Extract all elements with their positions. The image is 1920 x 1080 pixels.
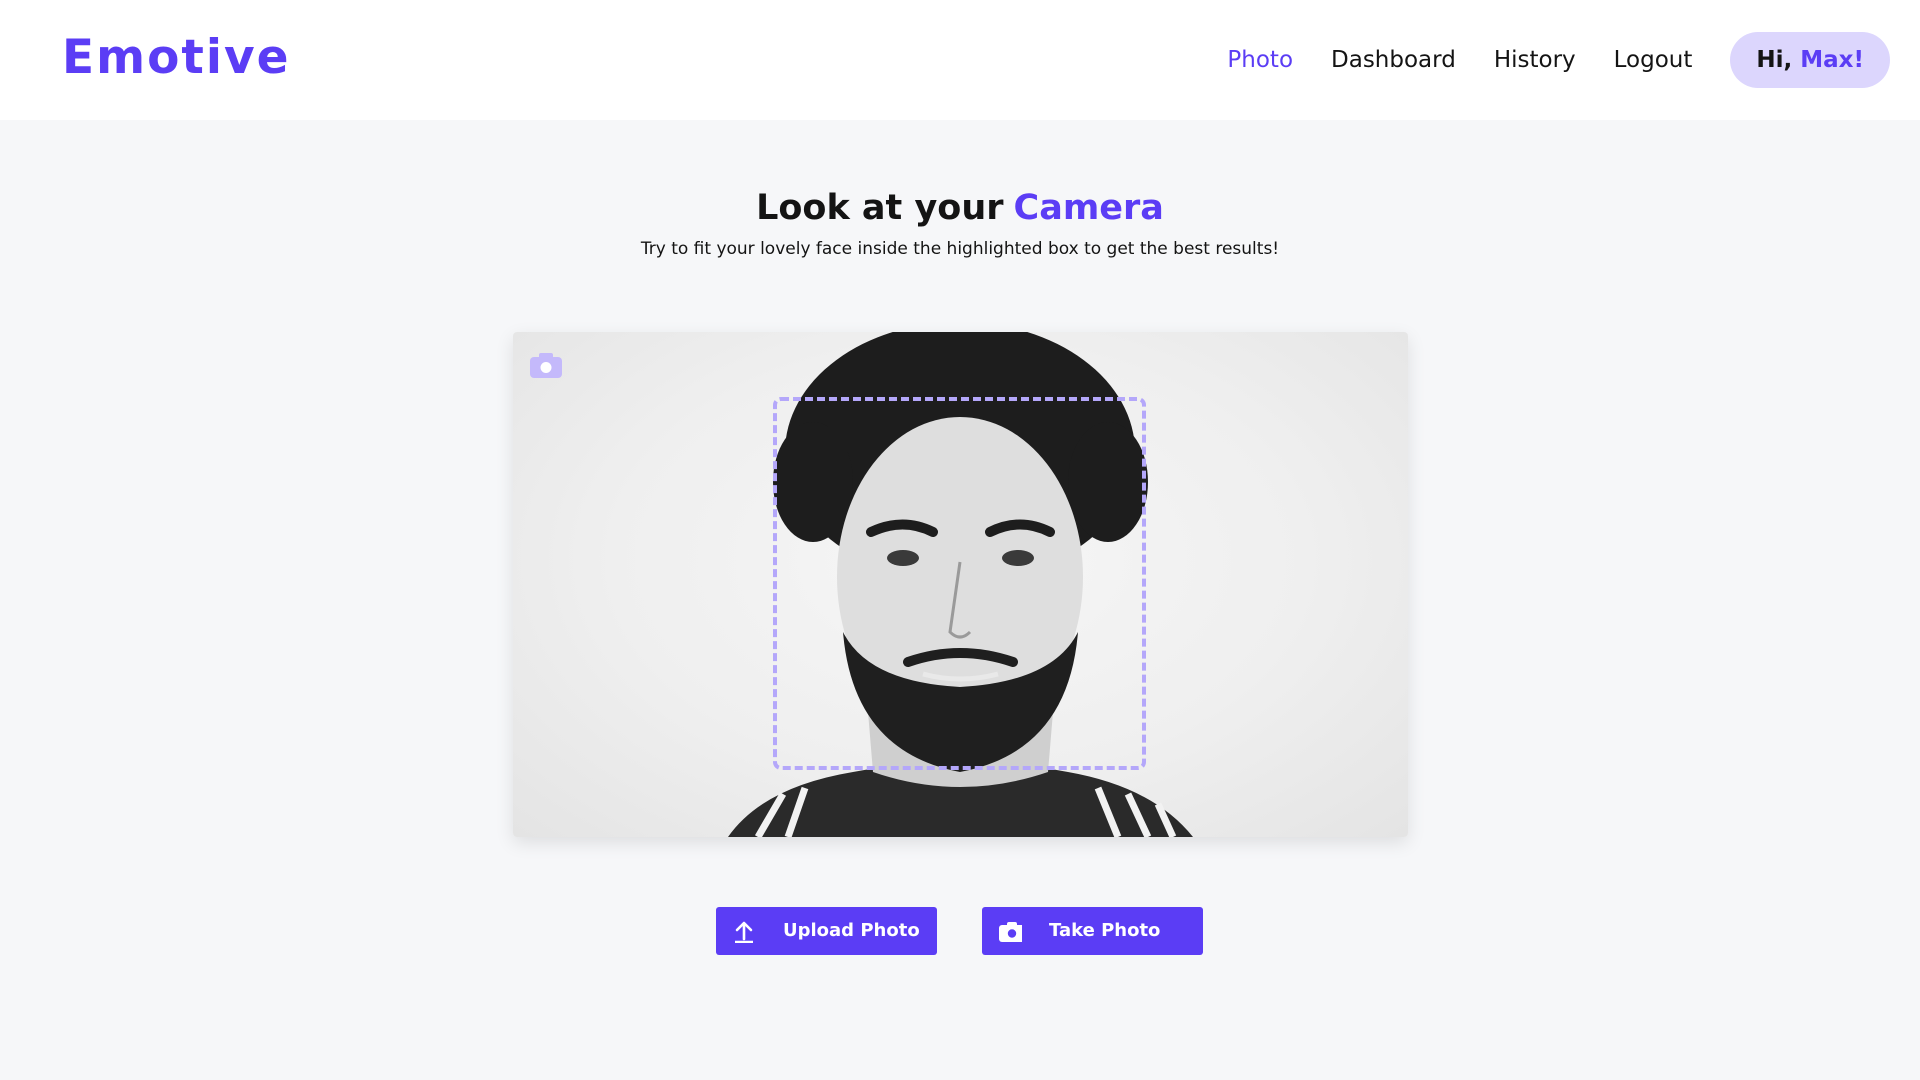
main-nav: Photo Dashboard History Logout Hi, Max! xyxy=(1227,32,1890,88)
upload-photo-button[interactable]: Upload Photo xyxy=(716,907,937,955)
take-photo-button[interactable]: Take Photo xyxy=(982,907,1203,955)
face-guide-box xyxy=(773,397,1146,770)
upload-photo-label: Upload Photo xyxy=(783,920,920,941)
page-subtitle: Try to fit your lovely face inside the h… xyxy=(640,239,1280,259)
upload-icon xyxy=(735,921,753,943)
camera-icon xyxy=(530,353,562,378)
top-navbar: Emotive Photo Dashboard History Logout H… xyxy=(0,0,1920,120)
take-photo-label: Take Photo xyxy=(1049,920,1161,941)
nav-item-history[interactable]: History xyxy=(1494,47,1576,73)
app-logo[interactable]: Emotive xyxy=(62,30,290,85)
user-greeting-pill[interactable]: Hi, Max! xyxy=(1730,32,1890,88)
greeting-username: Max! xyxy=(1800,47,1864,73)
nav-item-dashboard[interactable]: Dashboard xyxy=(1331,47,1456,73)
page-title-accent: Camera xyxy=(1013,188,1164,228)
nav-item-logout[interactable]: Logout xyxy=(1614,47,1693,73)
greeting-prefix: Hi, xyxy=(1756,47,1793,73)
nav-item-photo[interactable]: Photo xyxy=(1227,47,1293,73)
camera-icon xyxy=(999,922,1022,942)
camera-preview xyxy=(513,332,1408,837)
page-title: Look at your Camera xyxy=(0,188,1920,228)
page-title-prefix: Look at your xyxy=(756,188,1004,228)
